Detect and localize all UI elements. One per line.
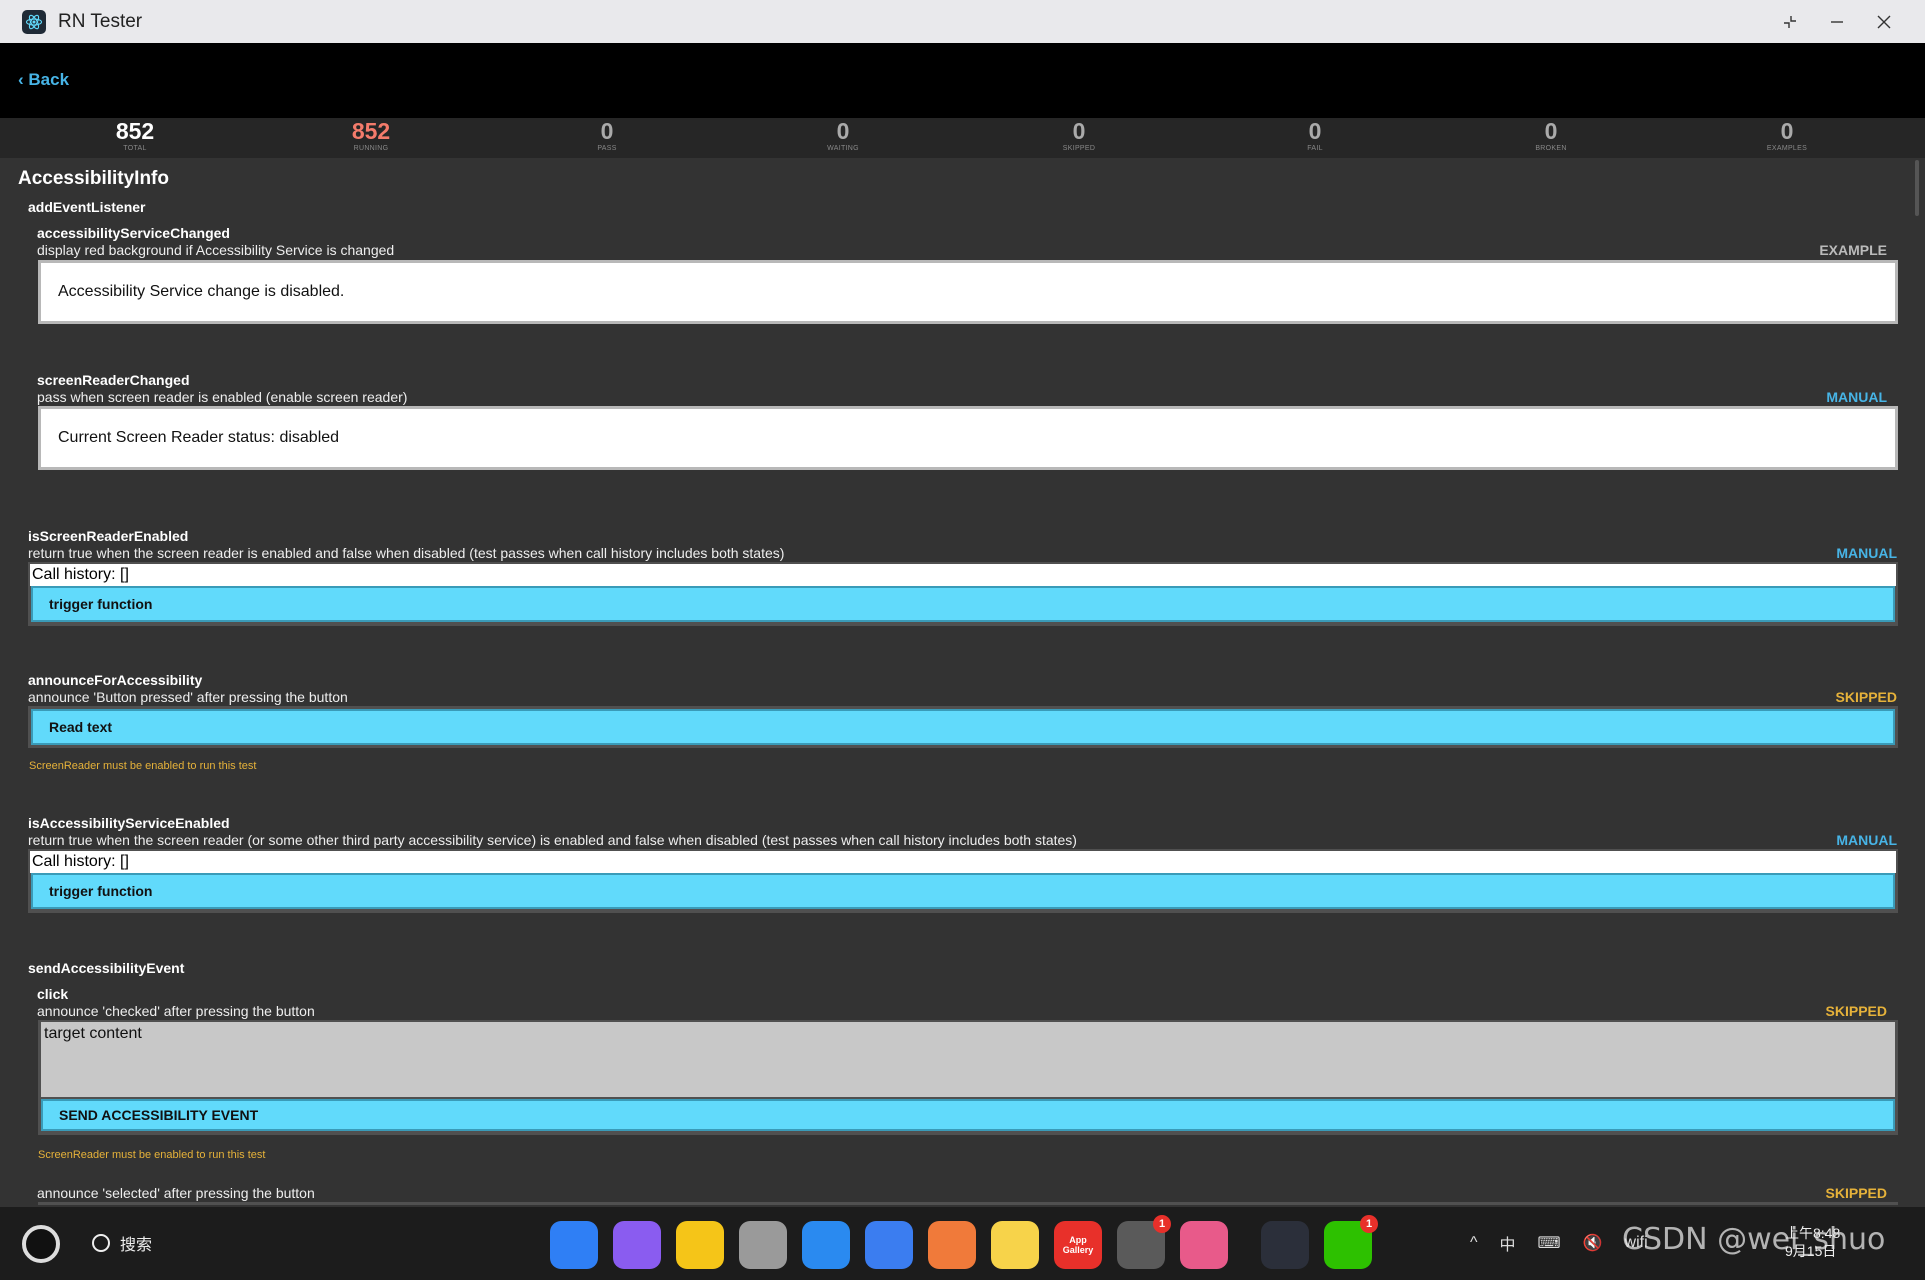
test-status-tag: MANUAL [1826,389,1887,405]
stat-label: EXAMPLES [1766,145,1808,152]
warning-text: ScreenReader must be enabled to run this… [38,1149,266,1161]
react-icon[interactable] [1261,1221,1309,1269]
title-bar: RN Tester [0,0,1925,43]
stat-label: BROKEN [1535,145,1567,152]
stat-fail: 0 FAIL [1197,118,1433,158]
watermark-text: CSDN @wei_shuo [1622,1222,1886,1257]
test-status-tag: MANUAL [1836,832,1897,848]
trigger-function-button[interactable]: trigger function [31,873,1895,909]
stat-total: 852 TOTAL [17,118,253,158]
windows-grid-icon[interactable] [550,1221,598,1269]
test-status-tag: EXAMPLE [1819,242,1887,258]
status-box: Current Screen Reader status: disabled [38,406,1898,470]
test-name: click [37,986,69,1002]
stat-value: 0 [600,118,614,144]
test-name: isScreenReaderEnabled [28,528,189,544]
stat-label: WAITING [827,145,859,152]
test-status-tag: SKIPPED [1825,1185,1887,1201]
group-title: addEventListener [28,199,146,215]
stat-label: TOTAL [123,145,147,152]
target-text: target content [44,1025,142,1042]
call-history: Call history: [] [30,564,1896,586]
stat-value: 852 [351,118,391,144]
stat-value: 0 [1072,118,1086,144]
photos-icon[interactable] [928,1221,976,1269]
scrollbar[interactable] [1915,160,1919,216]
tray-icon[interactable]: ^ [1470,1234,1478,1252]
test-stats-bar: 852 TOTAL 852 RUNNING 0 PASS 0 WAITING 0 SKIPPED 0… [0,118,1925,158]
stat-waiting: 0 WAITING [725,118,961,158]
test-description: announce 'checked' after pressing the bu… [37,1003,315,1019]
stat-broken: 0 BROKEN [1433,118,1669,158]
tray-icon[interactable]: 中 [1500,1231,1516,1255]
test-description: announce 'selected' after pressing the b… [37,1185,315,1201]
notification-badge: 1 [1360,1215,1378,1233]
files-icon[interactable] [676,1221,724,1269]
stat-label: SKIPPED [1062,145,1096,152]
stat-value: 0 [1780,118,1794,144]
read-text-button[interactable]: Read text [31,709,1895,745]
app-gallery-icon[interactable]: App Gallery [1054,1221,1102,1269]
status-box: Accessibility Service change is disabled… [38,260,1898,324]
minimize-icon[interactable] [1813,0,1860,43]
stat-examples: 0 EXAMPLES [1669,118,1905,158]
stat-label: FAIL [1307,145,1323,152]
status-text: Current Screen Reader status: disabled [58,429,340,446]
settings-icon[interactable]: 1 [1117,1215,1171,1269]
start-button[interactable] [22,1225,60,1263]
test-status-tag: SKIPPED [1825,1003,1887,1019]
test-name: screenReaderChanged [37,372,190,388]
test-description: pass when screen reader is enabled (enab… [37,389,408,405]
test-name: accessibilityServiceChanged [37,225,230,241]
status-text: Accessibility Service change is disabled… [58,283,345,300]
test-status-tag: SKIPPED [1835,689,1897,705]
stat-skipped: 0 SKIPPED [961,118,1197,158]
target-content-box: target content [41,1022,1895,1097]
app-label: App Gallery [1062,1235,1094,1255]
test-status-tag: MANUAL [1836,545,1897,561]
notes-icon[interactable] [991,1221,1039,1269]
stat-label: RUNNING [353,145,389,152]
send-accessibility-event-button[interactable]: SEND ACCESSIBILITY EVENT [41,1099,1895,1131]
stat-value: 0 [1308,118,1322,144]
trash-icon[interactable] [739,1221,787,1269]
restore-icon[interactable] [1766,0,1813,43]
notification-badge: 1 [1153,1215,1171,1233]
test-description: announce 'Button pressed' after pressing… [28,689,348,705]
nav-bar: ‹ Back [0,43,1925,118]
test-name: isAccessibilityServiceEnabled [28,815,230,831]
mail-icon[interactable] [865,1221,913,1269]
close-icon[interactable] [1860,0,1907,43]
test-description: return true when the screen reader (or s… [28,832,1077,848]
stat-pass: 0 PASS [489,118,725,158]
back-button[interactable]: ‹ Back [18,70,69,90]
multitask-icon[interactable] [613,1221,661,1269]
taskbar-search[interactable]: 搜索 [92,1231,152,1255]
stat-value: 0 [836,118,850,144]
wechat-icon[interactable]: 1 [1324,1215,1378,1269]
dock: App Gallery 1 1 [550,1215,1387,1269]
warning-text: ScreenReader must be enabled to run this… [29,760,257,772]
stat-label: PASS [597,145,617,152]
call-history: Call history: [] [30,851,1896,873]
test-description: display red background if Accessibility … [37,242,395,258]
stat-running: 852 RUNNING [253,118,489,158]
devtool-icon[interactable] [1180,1221,1228,1269]
react-logo-icon [22,9,46,34]
search-label: 搜索 [120,1237,153,1254]
trigger-function-button[interactable]: trigger function [31,586,1895,622]
group-title: sendAccessibilityEvent [28,960,185,976]
stat-value: 0 [1544,118,1558,144]
test-name: announceForAccessibility [28,672,203,688]
tray-icon[interactable]: ⌨ [1538,1233,1561,1253]
tray-icon[interactable]: 🔇 [1583,1233,1603,1253]
test-description: return true when the screen reader is en… [28,545,785,561]
stat-value: 852 [115,118,155,144]
browser-icon[interactable] [802,1221,850,1269]
suite-title: AccessibilityInfo [18,168,169,189]
window-title: RN Tester [58,10,143,32]
test-list[interactable]: AccessibilityInfo addEventListener acces… [9,160,1907,1205]
test-panel [38,1202,1898,1205]
search-icon [92,1234,110,1252]
